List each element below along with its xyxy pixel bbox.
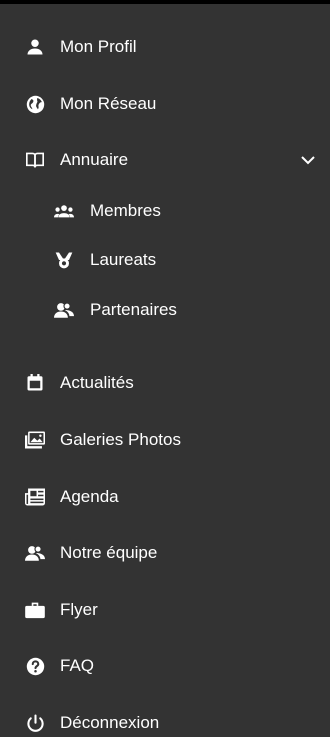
submenu-item-label: Laureats xyxy=(90,250,157,269)
menu-item-label: Galeries Photos xyxy=(60,430,181,449)
trophy-ribbon-icon xyxy=(54,250,74,270)
menu-item-label: Mon Réseau xyxy=(60,94,157,113)
menu-item-mon-reseau[interactable]: Mon Réseau xyxy=(0,82,330,126)
menu-item-notre-equipe[interactable]: Notre équipe xyxy=(0,531,330,575)
menu-item-actualites[interactable]: Actualités xyxy=(0,361,330,405)
menu-item-label: Mon Profil xyxy=(60,37,137,56)
menu-item-label: Annuaire xyxy=(60,150,129,169)
menu-item-annuaire[interactable]: Annuaire xyxy=(0,138,330,182)
menu-item-label: Déconnexion xyxy=(60,713,160,732)
globe-icon xyxy=(25,94,45,114)
menu-item-deconnexion[interactable]: Déconnexion xyxy=(0,701,330,745)
partners-icon xyxy=(54,300,74,320)
calendar-icon xyxy=(25,373,45,393)
submenu-item-laureats[interactable]: Laureats xyxy=(0,238,330,282)
power-icon xyxy=(25,713,45,733)
menu-item-label: Notre équipe xyxy=(60,543,158,562)
submenu-item-label: Membres xyxy=(90,201,161,220)
menu-item-label: FAQ xyxy=(60,656,95,675)
group-icon xyxy=(54,201,74,221)
menu-item-faq[interactable]: FAQ xyxy=(0,644,330,688)
chevron-down-icon[interactable] xyxy=(300,152,316,168)
menu-item-label: Agenda xyxy=(60,487,119,506)
question-circle-icon xyxy=(25,656,45,676)
menu-item-agenda[interactable]: Agenda xyxy=(0,475,330,519)
menu-item-galeries-photos[interactable]: Galeries Photos xyxy=(0,418,330,462)
team-icon xyxy=(25,543,45,563)
person-icon xyxy=(25,37,45,57)
submenu-item-partenaires[interactable]: Partenaires xyxy=(0,288,330,332)
navigation-drawer: Mon Profil Mon Réseau Annuaire Membres L… xyxy=(0,0,330,737)
menu-item-flyer[interactable]: Flyer xyxy=(0,588,330,632)
book-open-icon xyxy=(25,150,45,170)
menu-item-label: Actualités xyxy=(60,373,134,392)
briefcase-icon xyxy=(25,600,45,620)
menu-item-label: Flyer xyxy=(60,600,98,619)
submenu-item-membres[interactable]: Membres xyxy=(0,189,330,233)
menu-item-mon-profil[interactable]: Mon Profil xyxy=(0,25,330,69)
newspaper-icon xyxy=(25,487,45,507)
photo-gallery-icon xyxy=(25,430,45,450)
submenu-item-label: Partenaires xyxy=(90,300,177,319)
